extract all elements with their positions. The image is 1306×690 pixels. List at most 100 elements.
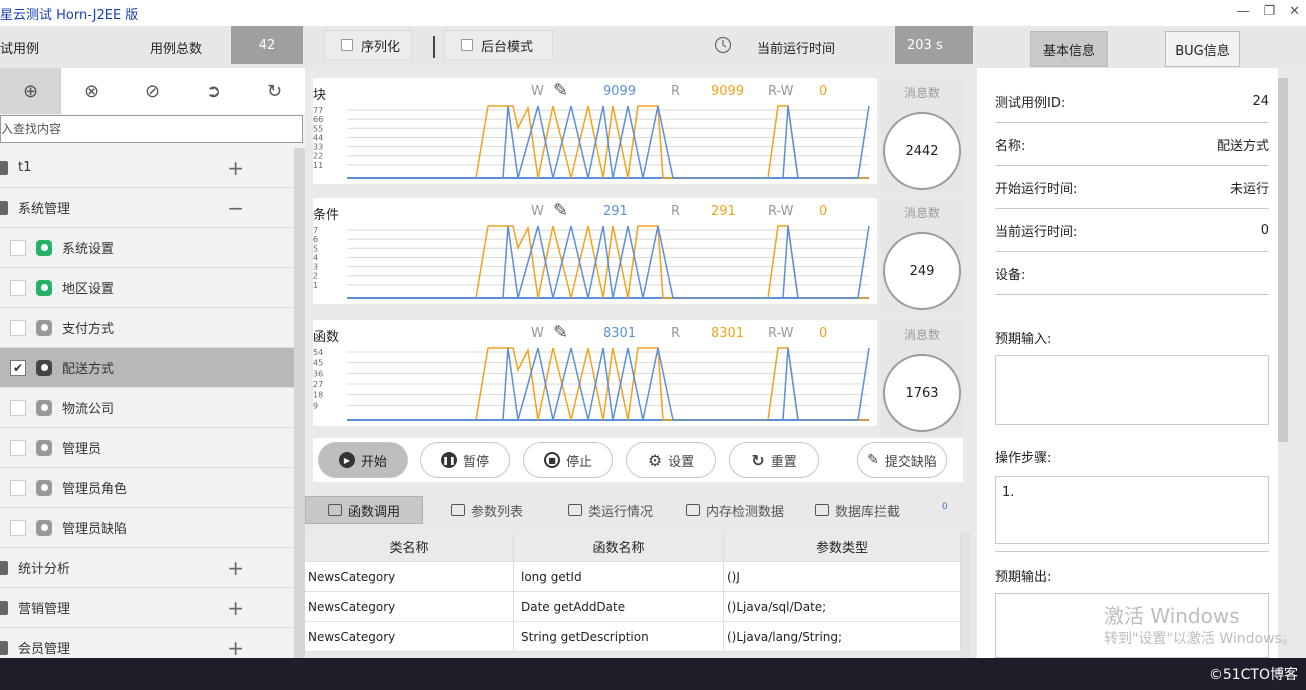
case-checkbox[interactable] [10, 479, 26, 496]
tab-function-calls[interactable]: 函数调用 [305, 496, 423, 524]
pause-icon: ❚❚ [440, 452, 457, 468]
column-header[interactable]: 参数类型 [724, 532, 961, 561]
tree-group[interactable]: t1 + [0, 148, 294, 188]
tab-param-list[interactable]: 参数列表 [451, 496, 523, 524]
tree-case[interactable]: 管理员角色 [0, 468, 294, 508]
refresh-icon[interactable]: ↻ [244, 68, 305, 114]
tree-case[interactable]: 管理员 [0, 428, 294, 468]
tick-label: 11 [313, 161, 323, 170]
message-count-label: 消息数 [903, 206, 940, 220]
tree-group[interactable]: 营销管理 + [0, 588, 294, 628]
chart-title: 块 [313, 88, 327, 103]
expand-icon[interactable]: + [227, 156, 244, 180]
message-count-value: 2442 [883, 112, 961, 190]
tab-class-run[interactable]: 类运行情况 [568, 496, 653, 524]
tree-case[interactable]: ✔ 配送方式 [0, 348, 294, 388]
expand-icon[interactable]: + [227, 636, 244, 659]
activation-watermark-text: 转到"设置"以激活 Windows。 [1104, 631, 1296, 647]
w-label: W [531, 204, 544, 219]
restore-icon[interactable]: ❐ [1263, 4, 1275, 19]
series-line [347, 105, 870, 179]
close-icon[interactable]: ✕ [1289, 4, 1300, 19]
tree-case[interactable]: 地区设置 [0, 268, 294, 308]
rw-label: R-W [768, 84, 794, 99]
table-cell: long getId [514, 562, 724, 591]
minimize-icon[interactable]: — [1236, 4, 1249, 19]
w-value: 9099 [603, 84, 637, 99]
expand-icon[interactable]: + [227, 556, 244, 580]
tab-basic-info[interactable]: 基本信息 [1030, 31, 1108, 67]
message-count-label: 消息数 [903, 328, 940, 342]
folder-icon [0, 160, 8, 175]
tree-case[interactable]: 物流公司 [0, 388, 294, 428]
folder-icon [0, 560, 8, 575]
table-row[interactable]: NewsCategory Date getAddDate ()Ljava/sql/D… [305, 592, 961, 622]
tree-case[interactable]: 支付方式 [0, 308, 294, 348]
search-input[interactable]: 入查找内容 [0, 115, 303, 143]
tab-memory-data[interactable]: 内存检测数据 [686, 496, 784, 524]
case-checkbox[interactable] [10, 279, 26, 296]
current-time-row: 当前运行时间: 0 [995, 209, 1269, 252]
add-icon[interactable]: ⊕ [0, 68, 61, 114]
submit-defect-button[interactable]: ✎ 提交缺陷 [857, 442, 947, 478]
case-icon [36, 319, 52, 336]
settings-button[interactable]: ⚙ 设置 [626, 442, 716, 478]
tree-group[interactable]: 会员管理 + [0, 628, 294, 658]
case-checkbox[interactable] [10, 319, 26, 336]
table-cell: NewsCategory [305, 622, 514, 651]
delete-icon[interactable]: ⊗ [61, 68, 122, 114]
tick-label: 54 [313, 348, 323, 357]
case-icon [36, 479, 52, 496]
background-mode-checkbox[interactable] [461, 39, 473, 51]
series-line [347, 225, 870, 299]
case-id-row: 测试用例ID: 24 [995, 80, 1269, 123]
table-scrollbar[interactable] [961, 532, 971, 658]
table-row[interactable]: NewsCategory String getDescription ()Ljava… [305, 622, 961, 652]
tree-group[interactable]: 系统管理 − [0, 188, 294, 228]
column-header[interactable]: 函数名称 [514, 532, 724, 561]
table-row[interactable]: NewsCategory long getId ()J [305, 562, 961, 592]
case-checkbox[interactable] [10, 519, 26, 536]
expand-icon[interactable]: + [227, 596, 244, 620]
pause-button[interactable]: ❚❚ 暂停 [420, 442, 510, 478]
serialize-toggle[interactable]: 序列化 [324, 30, 412, 60]
rw-value: 0 [819, 204, 828, 219]
r-value: 8301 [711, 326, 745, 341]
steps-box[interactable]: 1. [995, 476, 1269, 544]
tab-db-intercept[interactable]: 数据库拦截 [815, 496, 900, 524]
stop-button[interactable]: ■ 停止 [523, 442, 613, 478]
total-cases-value: 42 [231, 26, 303, 64]
tab-bug-info[interactable]: BUG信息 [1165, 31, 1240, 67]
background-mode-toggle[interactable]: 后台模式 [444, 30, 553, 60]
bottom-tabs: 函数调用 参数列表 类运行情况 内存检测数据 数据库拦截 0 [305, 492, 973, 528]
tick-label: 4 [313, 253, 318, 262]
sidebar-scrollbar[interactable] [294, 148, 305, 658]
reset-button[interactable]: ↻ 重置 [729, 442, 819, 478]
serialize-checkbox[interactable] [341, 39, 353, 51]
tree-case[interactable]: 管理员缺陷 [0, 508, 294, 548]
case-checkbox[interactable] [10, 439, 26, 456]
pencil-icon[interactable]: ✎ [553, 80, 568, 101]
expected-input-box[interactable] [995, 355, 1269, 425]
collapse-icon[interactable]: − [227, 196, 244, 220]
info-scrollbar[interactable] [1278, 78, 1288, 442]
w-value: 8301 [603, 326, 637, 341]
list-icon [327, 504, 342, 516]
start-button[interactable]: ▶ 开始 [318, 442, 408, 478]
folder-icon [0, 640, 8, 655]
edit-icon[interactable]: ⊘ [122, 68, 183, 114]
goto-icon[interactable]: ➲ [183, 68, 244, 114]
case-icon [36, 239, 52, 256]
tree-group[interactable]: 统计分析 + [0, 548, 294, 588]
swap-icon [686, 504, 700, 516]
column-header[interactable]: 类名称 [305, 532, 514, 561]
tree-case[interactable]: 系统设置 [0, 228, 294, 268]
rw-label: R-W [768, 204, 794, 219]
pencil-icon[interactable]: ✎ [553, 200, 568, 221]
list-icon [451, 504, 465, 516]
case-icon [36, 359, 52, 376]
case-checkbox[interactable] [10, 239, 26, 256]
pencil-icon[interactable]: ✎ [553, 322, 568, 343]
case-checkbox[interactable]: ✔ [10, 359, 26, 376]
case-checkbox[interactable] [10, 399, 26, 416]
